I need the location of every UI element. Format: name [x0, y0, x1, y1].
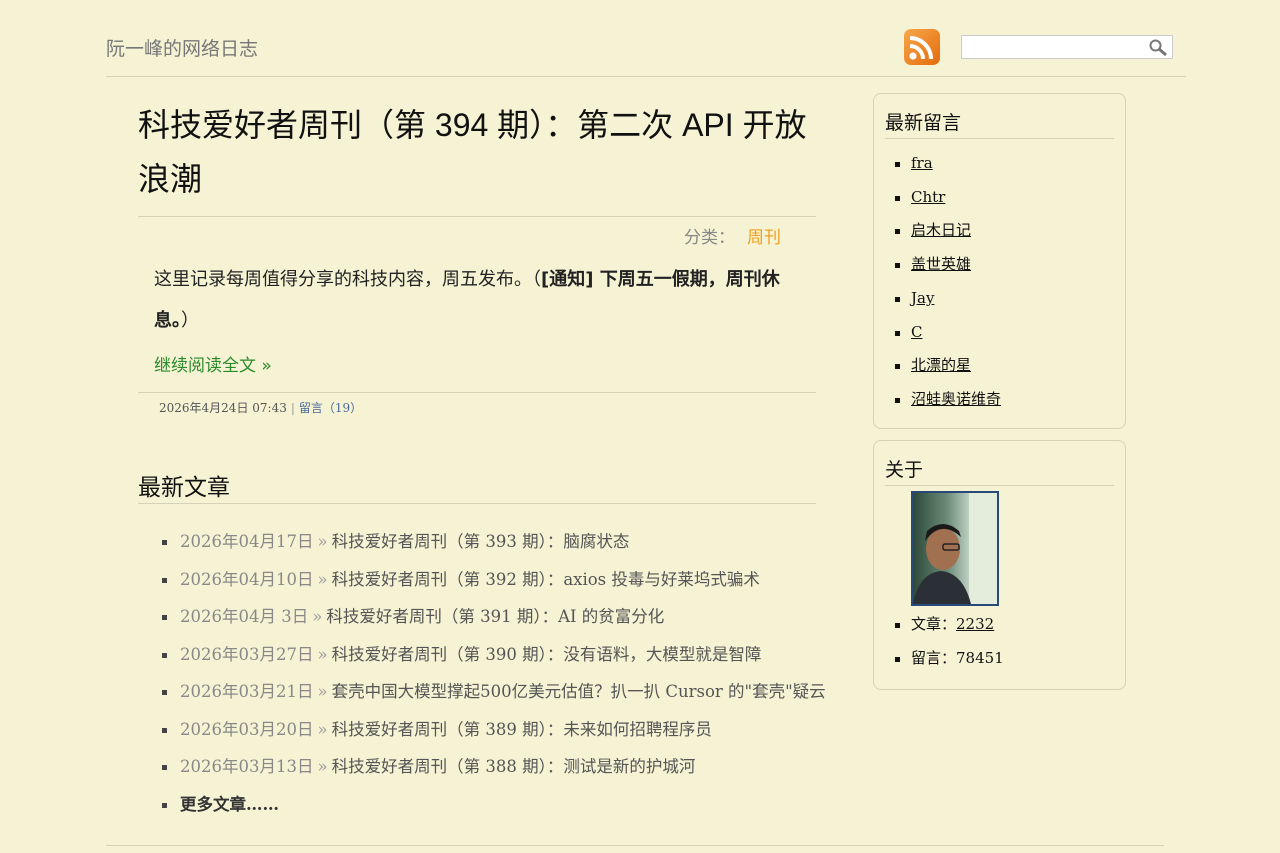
article-date: 2026年03月27日 [180, 644, 314, 664]
commenter-link[interactable]: 北漂的星 [911, 356, 971, 374]
category-label: 分类： [684, 228, 735, 248]
arrow-separator: » [317, 719, 328, 739]
article-link[interactable]: 科技爱好者周刊（第 389 期）：未来如何招聘程序员 [332, 720, 712, 739]
author-avatar[interactable] [911, 491, 999, 606]
list-item: Chtr [895, 181, 1114, 215]
site-header: 阮一峰的网络日志 [106, 24, 1186, 77]
about-heading: 关于 [885, 455, 1114, 486]
commenter-link[interactable]: fra [911, 154, 933, 172]
read-more-link[interactable]: 继续阅读全文 » [138, 351, 816, 376]
commenter-link[interactable]: 启木日记 [911, 221, 971, 239]
commenter-link[interactable]: 盖世英雄 [911, 255, 971, 273]
list-item: 2026年04月17日» 科技爱好者周刊（第 393 期）：脑腐状态 [162, 523, 816, 561]
list-item: 盖世英雄 [895, 248, 1114, 282]
list-item: Jay [895, 282, 1114, 316]
post-intro: 这里记录每周值得分享的科技内容，周五发布。（[通知] 下周五一假期，周刊休息。） [138, 259, 816, 341]
search-box [961, 35, 1173, 59]
article-date: 2026年03月21日 [180, 682, 314, 702]
article-link[interactable]: 科技爱好者周刊（第 392 期）：axios 投毒与好莱坞式骗术 [332, 570, 760, 589]
article-date: 2026年03月20日 [180, 719, 314, 739]
list-item: 2026年03月20日» 科技爱好者周刊（第 389 期）：未来如何招聘程序员 [162, 711, 816, 749]
post-meta: 2026年4月24日 07:43 | 留言（19） [138, 392, 816, 416]
search-input[interactable] [964, 37, 1148, 59]
arrow-separator: » [317, 532, 328, 552]
article-link[interactable]: 科技爱好者周刊（第 388 期）：测试是新的护城河 [332, 757, 696, 776]
commenter-link[interactable]: Jay [911, 289, 934, 307]
article-link[interactable]: 科技爱好者周刊（第 390 期）：没有语料，大模型就是智障 [332, 645, 762, 664]
rss-feed-icon[interactable] [904, 29, 940, 65]
about-box: 关于 文章：2232 留言：78451 [873, 440, 1126, 690]
main-content: 科技爱好者周刊（第 394 期）：第二次 API 开放浪潮 分类： 周刊 这里记录… [138, 98, 826, 824]
list-item: 2026年03月27日» 科技爱好者周刊（第 390 期）：没有语料，大模型就是智… [162, 636, 816, 674]
arrow-separator: » [317, 682, 328, 702]
list-item: 2026年04月 3日» 科技爱好者周刊（第 391 期）：AI 的贫富分化 [162, 598, 816, 636]
post-date: 2026年4月24日 07:43 [159, 401, 287, 415]
intro-text: 这里记录每周值得分享的科技内容，周五发布。（ [154, 269, 541, 290]
post-category: 分类： 周刊 [138, 223, 816, 248]
list-item-more: 更多文章…… [162, 786, 816, 824]
commenter-link[interactable]: Chtr [911, 188, 945, 206]
comments-label: 留言： [911, 648, 957, 667]
meta-separator: | [290, 401, 295, 415]
stats-list: 文章：2232 留言：78451 [895, 608, 1114, 676]
post-title[interactable]: 科技爱好者周刊（第 394 期）：第二次 API 开放浪潮 [138, 98, 816, 217]
article-link[interactable]: 科技爱好者周刊（第 393 期）：脑腐状态 [332, 532, 630, 551]
commenter-link[interactable]: 沼蛙奥诺维奇 [911, 390, 1001, 408]
list-item: 2026年03月21日» 套壳中国大模型撑起500亿美元估值？扒一扒 Cursor… [162, 673, 826, 711]
arrow-separator: » [317, 757, 328, 777]
latest-comments-heading: 最新留言 [885, 108, 1114, 139]
more-articles-link[interactable]: 更多文章…… [180, 795, 279, 814]
list-item: 文章：2232 [895, 608, 1114, 642]
category-link[interactable]: 周刊 [747, 228, 781, 248]
list-item: 2026年04月10日» 科技爱好者周刊（第 392 期）：axios 投毒与好莱… [162, 561, 816, 599]
site-title-link[interactable]: 阮一峰的网络日志 [106, 34, 258, 61]
intro-end: ） [181, 310, 199, 331]
article-link[interactable]: 科技爱好者周刊（第 391 期）：AI 的贫富分化 [326, 607, 664, 626]
list-item: fra [895, 147, 1114, 181]
article-date: 2026年03月13日 [180, 757, 314, 777]
footer-divider [106, 845, 1164, 846]
latest-comments-box: 最新留言 fra Chtr 启木日记 盖世英雄 Jay C 北漂的星 沼蛙奥诺维… [873, 93, 1126, 429]
search-icon[interactable] [1148, 38, 1168, 58]
recent-articles-heading: 最新文章 [138, 468, 816, 504]
list-item: C [895, 316, 1114, 350]
arrow-separator: » [312, 607, 323, 627]
list-item: 北漂的星 [895, 349, 1114, 383]
article-date: 2026年04月 3日 [180, 607, 309, 627]
recent-articles-list: 2026年04月17日» 科技爱好者周刊（第 393 期）：脑腐状态 2026年0… [162, 523, 826, 824]
article-date: 2026年04月10日 [180, 569, 314, 589]
list-item: 2026年03月13日» 科技爱好者周刊（第 388 期）：测试是新的护城河 [162, 748, 816, 786]
list-item: 沼蛙奥诺维奇 [895, 383, 1114, 417]
articles-count-link[interactable]: 2232 [956, 615, 994, 633]
comments-link[interactable]: 留言（19） [299, 401, 362, 415]
commenter-list: fra Chtr 启木日记 盖世英雄 Jay C 北漂的星 沼蛙奥诺维奇 [895, 147, 1114, 417]
articles-label: 文章： [911, 615, 957, 633]
arrow-separator: » [317, 644, 328, 664]
article-date: 2026年04月17日 [180, 532, 314, 552]
list-item: 启木日记 [895, 214, 1114, 248]
article-link[interactable]: 套壳中国大模型撑起500亿美元估值？扒一扒 Cursor 的"套壳"疑云 [332, 682, 826, 701]
arrow-separator: » [317, 569, 328, 589]
commenter-link[interactable]: C [911, 323, 922, 341]
comments-count: 78451 [956, 648, 1004, 667]
list-item: 留言：78451 [895, 642, 1114, 676]
